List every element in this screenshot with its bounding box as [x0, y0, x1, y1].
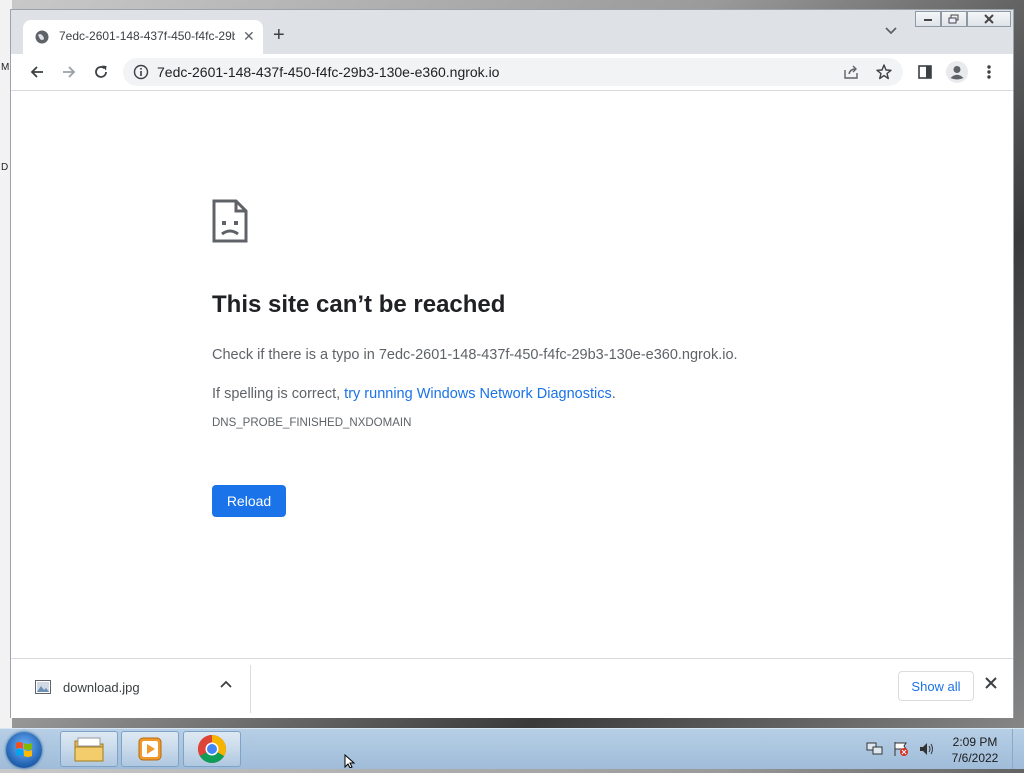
spelling-suffix: .: [611, 386, 616, 402]
reload-button[interactable]: Reload: [212, 485, 286, 517]
forward-arrow-icon: [63, 66, 76, 78]
typo-prefix: Check if there is a typo in: [212, 347, 379, 363]
reload-toolbar-button[interactable]: [89, 60, 113, 84]
minimize-button[interactable]: [915, 11, 941, 27]
taskbar-explorer[interactable]: [60, 731, 118, 767]
desktop-icon-fragment: D: [1, 162, 9, 173]
folder-icon: [74, 737, 104, 762]
windows-logo-icon: [16, 742, 32, 757]
side-panel-icon: [918, 65, 932, 79]
error-heading: This site can’t be reached: [212, 291, 506, 318]
taskbar-media-player[interactable]: [121, 731, 179, 767]
tab-close-icon[interactable]: ✕: [243, 28, 255, 45]
show-desktop-button[interactable]: [1012, 729, 1024, 769]
chrome-icon: [198, 735, 226, 763]
url-text[interactable]: 7edc-2601-148-437f-450-f4fc-29b3-130e-e3…: [157, 64, 499, 80]
tab-title: 7edc-2601-148-437f-450-f4fc-29b3-130e-e3…: [59, 29, 235, 43]
bookmark-star-icon[interactable]: [875, 63, 893, 81]
close-window-button[interactable]: [967, 11, 1011, 27]
clock-date: 7/6/2022: [951, 751, 999, 765]
sad-page-icon: [212, 199, 248, 243]
side-panel-button[interactable]: [913, 60, 937, 84]
close-shelf-icon[interactable]: [985, 677, 997, 689]
chevron-up-icon[interactable]: [220, 679, 232, 689]
system-clock[interactable]: 2:09 PM 7/6/2022: [940, 734, 1010, 766]
mouse-cursor-icon: [344, 754, 356, 768]
avatar-icon: [946, 61, 968, 83]
start-button[interactable]: [6, 732, 42, 768]
refresh-icon: [95, 65, 107, 78]
media-player-icon: [138, 737, 162, 761]
spelling-prefix: If spelling is correct,: [212, 386, 345, 402]
new-tab-button[interactable]: +: [273, 25, 285, 45]
browser-toolbar: 7edc-2601-148-437f-450-f4fc-29b3-130e-e3…: [11, 54, 1013, 91]
page-content: This site can’t be reached Check if ther…: [11, 91, 1013, 658]
typo-domain: 7edc-2601-148-437f-450-f4fc-29b3-130e-e3…: [378, 347, 734, 363]
network-diagnostics-link[interactable]: try running Windows Network Diagnostics: [344, 386, 612, 402]
profile-button[interactable]: [945, 60, 969, 84]
forward-button[interactable]: [57, 60, 81, 84]
maximize-button[interactable]: [941, 11, 967, 27]
taskbar: 2:09 PM 7/6/2022: [0, 728, 1024, 769]
back-button[interactable]: [25, 60, 49, 84]
network-icon[interactable]: [866, 741, 884, 757]
window-controls: [915, 11, 1011, 27]
download-shelf: download.jpg Show all: [11, 658, 1013, 718]
divider: [250, 665, 251, 713]
system-tray: [866, 741, 936, 757]
active-tab[interactable]: 7edc-2601-148-437f-450-f4fc-29b3-130e-e3…: [23, 20, 263, 54]
desktop-icon-fragment: M: [1, 62, 10, 73]
tab-strip: 7edc-2601-148-437f-450-f4fc-29b3-130e-e3…: [11, 10, 1013, 54]
share-icon: [844, 65, 858, 79]
globe-icon: [35, 30, 49, 44]
tab-search-chevron-icon[interactable]: [885, 26, 897, 36]
typo-message: Check if there is a typo in 7edc-2601-14…: [212, 347, 738, 363]
taskbar-chrome[interactable]: [183, 731, 241, 767]
back-arrow-icon: [30, 66, 43, 78]
kebab-menu-icon: [987, 65, 991, 79]
image-file-icon: [35, 680, 51, 694]
spelling-message: If spelling is correct, try running Wind…: [212, 386, 616, 402]
chrome-window: 7edc-2601-148-437f-450-f4fc-29b3-130e-e3…: [10, 9, 1014, 718]
typo-suffix: .: [733, 347, 738, 363]
show-all-button[interactable]: Show all: [898, 671, 974, 701]
info-icon[interactable]: [133, 64, 149, 80]
download-file-name[interactable]: download.jpg: [63, 680, 140, 695]
volume-icon[interactable]: [918, 741, 936, 757]
address-bar[interactable]: 7edc-2601-148-437f-450-f4fc-29b3-130e-e3…: [123, 58, 903, 86]
action-center-flag-icon[interactable]: [892, 741, 910, 757]
menu-button[interactable]: [977, 60, 1001, 84]
error-code: DNS_PROBE_FINISHED_NXDOMAIN: [212, 417, 412, 429]
clock-time: 2:09 PM: [952, 735, 998, 749]
